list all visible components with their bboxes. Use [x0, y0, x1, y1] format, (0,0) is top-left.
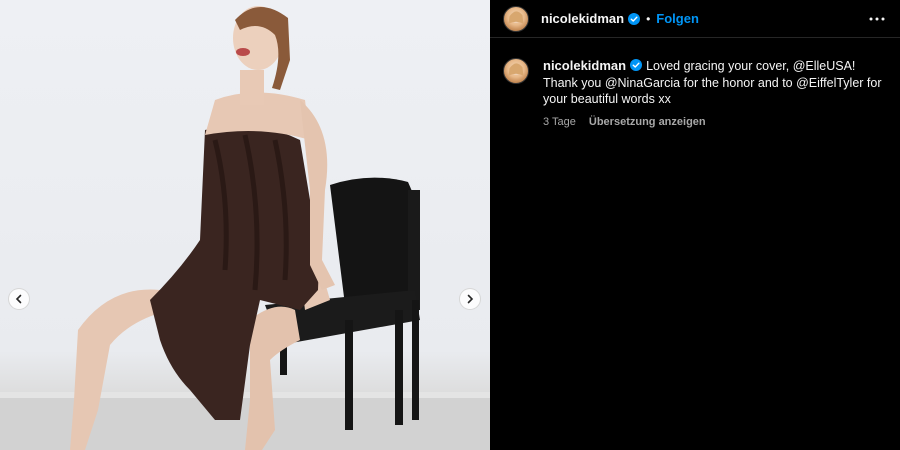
verified-badge-icon — [630, 59, 643, 71]
chevron-right-icon — [467, 294, 474, 304]
post-media[interactable] — [0, 0, 490, 450]
previous-image-button[interactable] — [8, 288, 30, 310]
caption-avatar[interactable] — [503, 58, 529, 84]
post-side-panel: nicolekidman • Folgen nicolekidman Loved … — [490, 0, 900, 450]
more-options-button[interactable] — [867, 9, 887, 29]
chevron-left-icon — [15, 294, 22, 304]
next-image-button[interactable] — [459, 288, 481, 310]
timestamp[interactable]: 3 Tage — [543, 116, 576, 128]
verified-badge-icon — [628, 12, 641, 25]
follow-button[interactable]: Folgen — [656, 11, 699, 26]
post-header: nicolekidman • Folgen — [490, 0, 900, 38]
caption-comment: nicolekidman Loved gracing your cover, @E… — [490, 38, 900, 128]
avatar[interactable] — [503, 5, 529, 32]
translate-button[interactable]: Übersetzung anzeigen — [589, 116, 706, 128]
caption-meta: 3 Tage Übersetzung anzeigen — [543, 116, 883, 128]
profile-photo-icon — [508, 63, 524, 76]
post-photo — [0, 6, 490, 450]
caption-body: nicolekidman Loved gracing your cover, @E… — [543, 58, 883, 128]
profile-photo-icon — [508, 10, 524, 24]
caption-username[interactable]: nicolekidman — [543, 58, 626, 73]
header-username[interactable]: nicolekidman — [541, 11, 624, 26]
separator-dot: • — [646, 11, 651, 26]
more-options-icon — [869, 17, 885, 20]
caption: nicolekidman Loved gracing your cover, @E… — [543, 58, 883, 108]
